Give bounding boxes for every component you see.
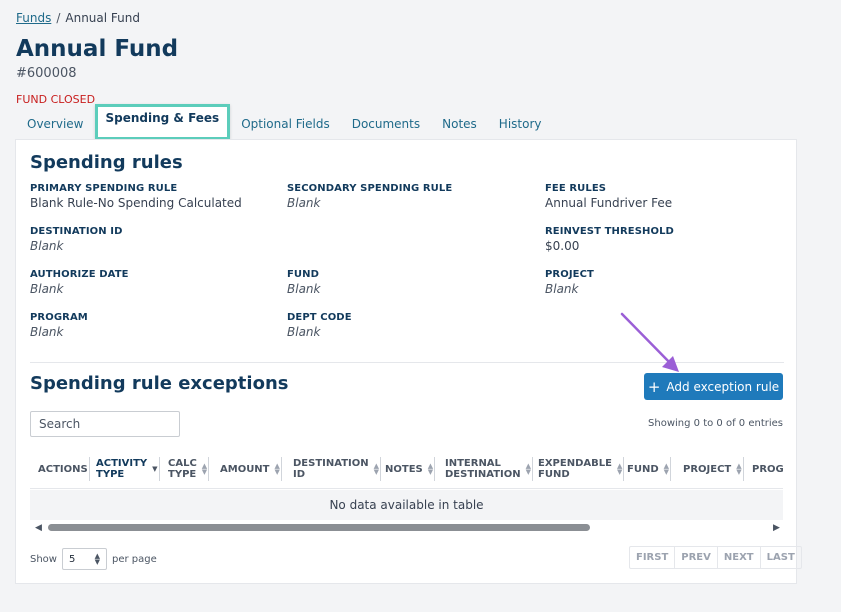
field-value: Blank	[287, 325, 321, 339]
column-header-actions[interactable]: ACTIONS	[38, 449, 90, 489]
plus-icon: +	[647, 377, 661, 396]
sort-icon: ▲ ▼	[201, 462, 208, 476]
destination-id-field: DESTINATION ID Blank	[30, 226, 123, 253]
sort-icon: ▲ ▼	[274, 462, 280, 476]
breadcrumb-separator: /	[56, 11, 61, 25]
column-header-destination-id[interactable]: DESTINATION ID ▲ ▼	[293, 449, 382, 489]
add-exception-rule-label: Add exception rule	[666, 379, 780, 394]
tab-optional-fields[interactable]: Optional Fields	[230, 110, 341, 140]
sort-icon: ▲ ▼	[373, 462, 380, 476]
tab-notes[interactable]: Notes	[431, 110, 488, 140]
authorize-date-field: AUTHORIZE DATE Blank	[30, 269, 129, 296]
field-label: FUND	[287, 269, 320, 280]
column-header-fund[interactable]: FUND ▲ ▼	[627, 449, 672, 489]
program-field: PROGRAM Blank	[30, 312, 88, 339]
select-arrows-icon: ▲ ▼	[94, 552, 100, 566]
spending-rules-title: Spending rules	[30, 152, 183, 173]
first-page-button[interactable]: FIRST	[630, 547, 676, 568]
search-input[interactable]	[30, 411, 180, 437]
column-header-notes[interactable]: NOTES ▲ ▼	[385, 449, 436, 489]
pagination: FIRST PREV NEXT LAST	[629, 546, 802, 569]
column-header-activity-type[interactable]: ACTIVITY TYPE ▼	[96, 449, 160, 489]
field-label: PROGRAM	[30, 312, 88, 323]
horizontal-scrollbar[interactable]	[48, 524, 590, 531]
field-label: DESTINATION ID	[30, 226, 123, 237]
breadcrumb-funds-link[interactable]: Funds	[16, 11, 51, 25]
column-header-calc-type[interactable]: CALC TYPE ▲ ▼	[168, 449, 210, 489]
breadcrumb-current: Annual Fund	[65, 11, 140, 25]
field-value: $0.00	[545, 239, 580, 253]
column-header-program[interactable]: PROGR	[752, 449, 783, 489]
prev-page-button[interactable]: PREV	[675, 547, 718, 568]
project-field: PROJECT Blank	[545, 269, 594, 296]
field-value: Blank	[287, 196, 321, 210]
field-label: REINVEST THRESHOLD	[545, 226, 674, 237]
field-value: Blank	[545, 282, 579, 296]
page-title: Annual Fund	[16, 36, 179, 62]
reinvest-threshold-field: REINVEST THRESHOLD $0.00	[545, 226, 674, 253]
sort-icon: ▲ ▼	[736, 462, 742, 476]
field-label: PRIMARY SPENDING RULE	[30, 183, 178, 194]
sort-icon: ▲ ▼	[525, 462, 532, 476]
sort-icon: ▲ ▼	[427, 462, 434, 476]
tab-spending-fees[interactable]: Spending & Fees	[94, 104, 231, 140]
last-page-button[interactable]: LAST	[761, 547, 801, 568]
exceptions-title: Spending rule exceptions	[30, 373, 289, 394]
primary-spending-rule-field: PRIMARY SPENDING RULE Blank Rule-No Spen…	[30, 183, 242, 210]
sort-icon: ▲ ▼	[663, 462, 670, 476]
column-header-amount[interactable]: AMOUNT ▲ ▼	[220, 449, 282, 489]
field-value: Blank	[287, 282, 321, 296]
per-page-suffix: per page	[111, 553, 157, 565]
field-label: DEPT CODE	[287, 312, 352, 323]
sort-icon: ▲ ▼	[616, 462, 623, 476]
tab-overview[interactable]: Overview	[16, 110, 95, 140]
column-header-expendable-fund[interactable]: EXPENDABLE FUND ▲ ▼	[538, 449, 625, 489]
field-value: Blank	[30, 325, 64, 339]
empty-table-message: No data available in table	[30, 490, 783, 520]
entries-info: Showing 0 to 0 of 0 entries	[648, 418, 783, 429]
field-value: Blank	[30, 239, 64, 253]
field-label: AUTHORIZE DATE	[30, 269, 129, 280]
tab-bar: Overview Spending & Fees Optional Fields…	[16, 104, 553, 140]
arrow-annotation	[620, 312, 679, 372]
tab-history[interactable]: History	[488, 110, 553, 140]
breadcrumb: Funds / Annual Fund	[16, 11, 140, 25]
field-label: FEE RULES	[545, 183, 607, 194]
fund-id: #600008	[16, 66, 77, 81]
fund-field: FUND Blank	[287, 269, 320, 296]
secondary-spending-rule-field: SECONDARY SPENDING RULE Blank	[287, 183, 452, 210]
scroll-right-arrow-icon[interactable]: ▶	[773, 523, 780, 533]
sort-desc-icon: ▼	[152, 465, 158, 473]
per-page-control: Show 5 ▲ ▼ per page	[30, 548, 157, 570]
per-page-label: Show	[30, 553, 57, 565]
column-header-project[interactable]: PROJECT ▲ ▼	[683, 449, 744, 489]
fund-status-badge: FUND CLOSED	[16, 93, 96, 106]
scroll-left-arrow-icon[interactable]: ◀	[35, 523, 42, 533]
dept-code-field: DEPT CODE Blank	[287, 312, 352, 339]
fee-rules-field: FEE RULES Annual Fundriver Fee	[545, 183, 672, 210]
field-value: Blank	[30, 282, 64, 296]
column-header-internal-destination[interactable]: INTERNAL DESTINATION ▲ ▼	[445, 449, 534, 489]
per-page-select[interactable]: 5 ▲ ▼	[61, 548, 107, 570]
field-label: SECONDARY SPENDING RULE	[287, 183, 453, 194]
field-value: Annual Fundriver Fee	[545, 196, 673, 210]
table-header-row: ACTIONS ACTIVITY TYPE ▼ CALC TYPE ▲ ▼ AMOUN…	[30, 449, 783, 489]
next-page-button[interactable]: NEXT	[718, 547, 761, 568]
field-value: Blank Rule-No Spending Calculated	[30, 196, 242, 210]
tab-documents[interactable]: Documents	[341, 110, 431, 140]
field-label: PROJECT	[545, 269, 594, 280]
